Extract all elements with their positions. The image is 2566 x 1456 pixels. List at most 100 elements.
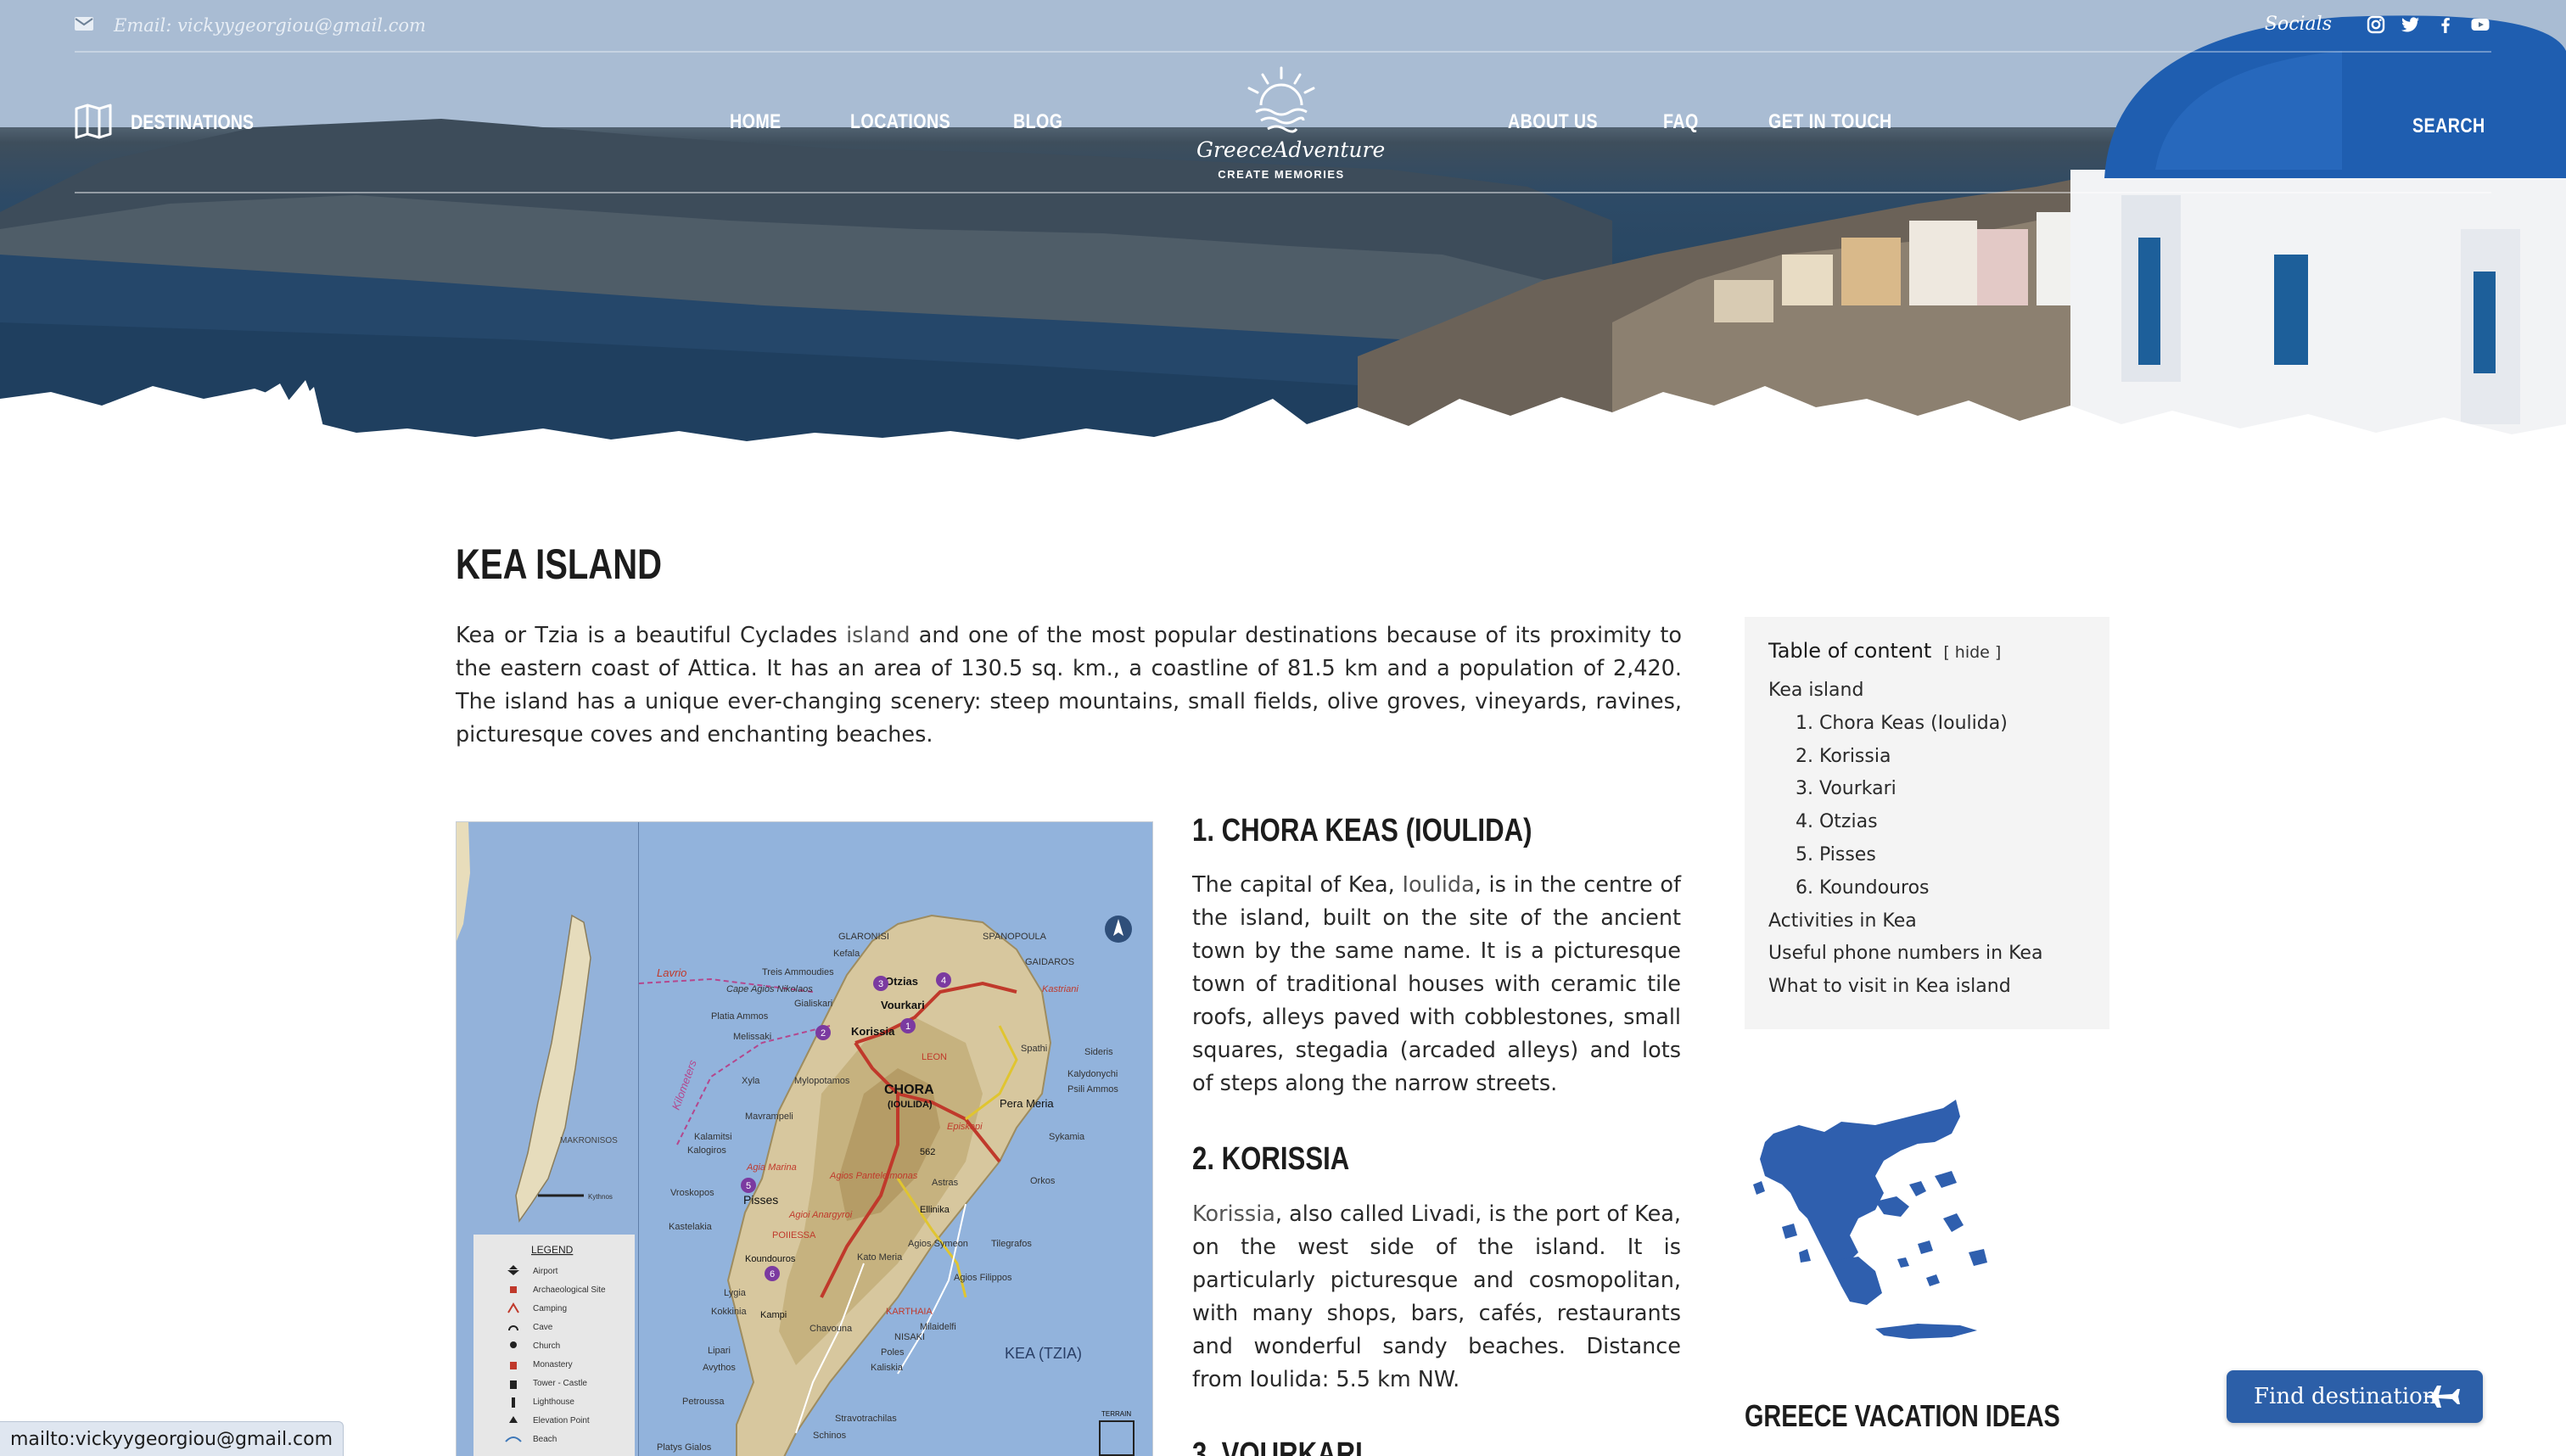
map-label-makronisos: MAKRONISOS bbox=[560, 1136, 618, 1145]
legend-lighthouse: Lighthouse bbox=[533, 1397, 574, 1407]
map-label-pera-meria: Pera Meria bbox=[1000, 1097, 1054, 1110]
legend-tower-castle: Tower - Castle bbox=[533, 1379, 587, 1388]
nav-blog[interactable]: BLOG bbox=[1013, 110, 1062, 134]
map-label-spathi: Spathi bbox=[1021, 1044, 1047, 1054]
greece-map-icon[interactable] bbox=[1748, 1083, 2003, 1346]
toc-hide-toggle[interactable]: [ hide ] bbox=[1943, 643, 2001, 662]
map-label-agia-marina: Agia Marina bbox=[746, 1162, 797, 1173]
map-label-gialiskari: Gialiskari bbox=[794, 999, 832, 1009]
section-text-chora-keas-b: , is in the centre of the island, built … bbox=[1192, 872, 1681, 1096]
island-link[interactable]: island bbox=[846, 623, 910, 648]
ioulida-link[interactable]: Ioulida bbox=[1402, 872, 1474, 898]
map-label-vroskopos: Vroskopos bbox=[670, 1188, 714, 1198]
legend-beach: Beach bbox=[533, 1435, 557, 1444]
map-label-ioulida: (IOULIDA) bbox=[888, 1100, 933, 1110]
map-label-kastelakia: Kastelakia bbox=[669, 1222, 713, 1232]
email-link[interactable]: Email: vickyygeorgiou@gmail.com bbox=[114, 15, 426, 36]
map-marker-2: 2 bbox=[821, 1028, 826, 1039]
site-logo[interactable]: GreeceAdventure CREATE MEMORIES bbox=[1196, 63, 1386, 190]
toc-item-otzias[interactable]: 4. Otzias bbox=[1768, 806, 2109, 839]
korissia-link[interactable]: Korissia bbox=[1192, 1201, 1275, 1227]
nav-locations[interactable]: LOCATIONS bbox=[850, 110, 950, 134]
nav-search[interactable]: SEARCH bbox=[2412, 115, 2485, 138]
map-label-lavrio: Lavrio bbox=[657, 966, 686, 979]
toc-title: Table of content bbox=[1768, 639, 1932, 663]
map-label-poiiessa: POIIESSA bbox=[772, 1230, 816, 1240]
map-label-ellinika: Ellinika bbox=[920, 1205, 950, 1215]
map-icon bbox=[75, 104, 112, 143]
logo-name: GreeceAdventure bbox=[1196, 137, 1386, 162]
map-label-spanopoula: SPANOPOULA bbox=[983, 932, 1047, 942]
youtube-icon[interactable] bbox=[2471, 15, 2490, 34]
map-label-agios-symeon: Agios Symeon bbox=[908, 1239, 968, 1249]
map-label-kampi: Kampi bbox=[760, 1310, 787, 1320]
map-label-milaidelfi: Milaidelfi bbox=[920, 1322, 956, 1332]
map-label-korissia: Korissia bbox=[851, 1025, 895, 1038]
toc-item-pisses[interactable]: 5. Pisses bbox=[1768, 839, 2109, 872]
map-label-kea-tzia: KEA (TZIA) bbox=[1005, 1345, 1082, 1362]
map-label-mylopotamos: Mylopotamos bbox=[794, 1076, 850, 1086]
email-contact[interactable]: Email: vickyygeorgiou@gmail.com bbox=[75, 15, 426, 36]
map-label-otzias: Otzias bbox=[885, 975, 918, 988]
map-label-avythos: Avythos bbox=[703, 1363, 736, 1373]
map-marker-1: 1 bbox=[905, 1022, 910, 1032]
nav-home[interactable]: HOME bbox=[730, 110, 782, 134]
section-text-korissia-b: , also called Livadi, is the port of Kea… bbox=[1192, 1201, 1681, 1392]
map-label-platia-ammos: Platia Ammos bbox=[711, 1011, 769, 1022]
map-label-nisaki: NISAKI bbox=[894, 1332, 925, 1342]
toc-item-korissia[interactable]: 2. Korissia bbox=[1768, 741, 2109, 774]
map-label-koundouros: Koundouros bbox=[745, 1254, 796, 1264]
map-label-orkos: Orkos bbox=[1030, 1176, 1056, 1186]
map-label-glaronisi: GLARONISI bbox=[838, 932, 889, 942]
map-label-pisses: Pisses bbox=[743, 1193, 778, 1207]
hero-banner: Email: vickyygeorgiou@gmail.com Socials bbox=[0, 0, 2566, 475]
map-label-kokkinia: Kokkinia bbox=[711, 1307, 747, 1317]
main-navigation: DESTINATIONS HOME LOCATIONS BLOG GreeceA… bbox=[0, 54, 2566, 193]
browser-status-bar: mailto:vickyygeorgiou@gmail.com bbox=[0, 1421, 345, 1456]
map-label-kaliskia: Kaliskia bbox=[871, 1363, 904, 1373]
top-bar: Email: vickyygeorgiou@gmail.com Socials bbox=[0, 0, 2566, 54]
toc-item-vourkari[interactable]: 3. Vourkari bbox=[1768, 773, 2109, 806]
logo-tagline: CREATE MEMORIES bbox=[1218, 168, 1345, 181]
intro-text-a: Kea or Tzia is a beautiful Cyclades bbox=[456, 623, 847, 648]
table-of-contents: Table of content [ hide ] Kea island 1. … bbox=[1745, 617, 2109, 1029]
toc-item-chora-keas[interactable]: 1. Chora Keas (Ioulida) bbox=[1768, 708, 2109, 741]
map-label-562: 562 bbox=[920, 1147, 935, 1157]
toc-item-activities[interactable]: Activities in Kea bbox=[1768, 905, 2109, 938]
facebook-icon[interactable] bbox=[2436, 15, 2455, 34]
map-marker-5: 5 bbox=[746, 1181, 751, 1191]
map-label-karthaia: KARTHAIA bbox=[886, 1307, 933, 1317]
legend-church: Church bbox=[533, 1341, 560, 1351]
legend-camping: Camping bbox=[533, 1304, 567, 1313]
map-label-leon: LEON bbox=[922, 1052, 947, 1062]
map-label-terrain: TERRAIN bbox=[1101, 1410, 1131, 1418]
nav-about-us[interactable]: ABOUT US bbox=[1508, 110, 1598, 134]
find-destination-button[interactable]: Find destination bbox=[2227, 1370, 2483, 1423]
instagram-icon[interactable] bbox=[2367, 15, 2385, 34]
legend-monastery: Monastery bbox=[533, 1360, 573, 1369]
kea-island-map[interactable]: MAKRONISOS Kythnos LEGEND Airport Archae… bbox=[456, 821, 1153, 1456]
map-label-tilegrafos: Tilegrafos bbox=[991, 1239, 1032, 1249]
legend-archaeological-site: Archaeological Site bbox=[533, 1285, 606, 1295]
nav-get-in-touch[interactable]: GET IN TOUCH bbox=[1768, 110, 1892, 134]
toc-item-kea-island[interactable]: Kea island bbox=[1768, 675, 2109, 708]
greece-vacation-ideas-title: GREECE VACATION IDEAS bbox=[1745, 1398, 2060, 1433]
find-destination-label: Find destination bbox=[2254, 1384, 2437, 1409]
map-label-kato-meria: Kato Meria bbox=[857, 1252, 903, 1263]
map-label-petroussa: Petroussa bbox=[682, 1397, 725, 1407]
nav-faq[interactable]: FAQ bbox=[1663, 110, 1699, 134]
toc-item-koundouros[interactable]: 6. Koundouros bbox=[1768, 872, 2109, 905]
toc-item-what-to-visit[interactable]: What to visit in Kea island bbox=[1768, 971, 2109, 1004]
nav-destinations[interactable]: DESTINATIONS bbox=[75, 104, 281, 143]
map-label-stravotrachilas: Stravotrachilas bbox=[835, 1414, 897, 1424]
map-marker-6: 6 bbox=[770, 1269, 775, 1280]
toc-item-phone-numbers[interactable]: Useful phone numbers in Kea bbox=[1768, 938, 2109, 971]
map-label-kefala: Kefala bbox=[833, 949, 860, 959]
socials-label: Socials bbox=[2264, 14, 2332, 35]
twitter-icon[interactable] bbox=[2401, 15, 2420, 34]
map-label-kastriani: Kastriani bbox=[1042, 984, 1079, 994]
nav-destinations-label[interactable]: DESTINATIONS bbox=[131, 111, 254, 135]
map-label-kalogiros: Kalogiros bbox=[687, 1145, 726, 1156]
map-label-vourkari: Vourkari bbox=[881, 999, 925, 1011]
map-label-lipari: Lipari bbox=[708, 1346, 731, 1356]
